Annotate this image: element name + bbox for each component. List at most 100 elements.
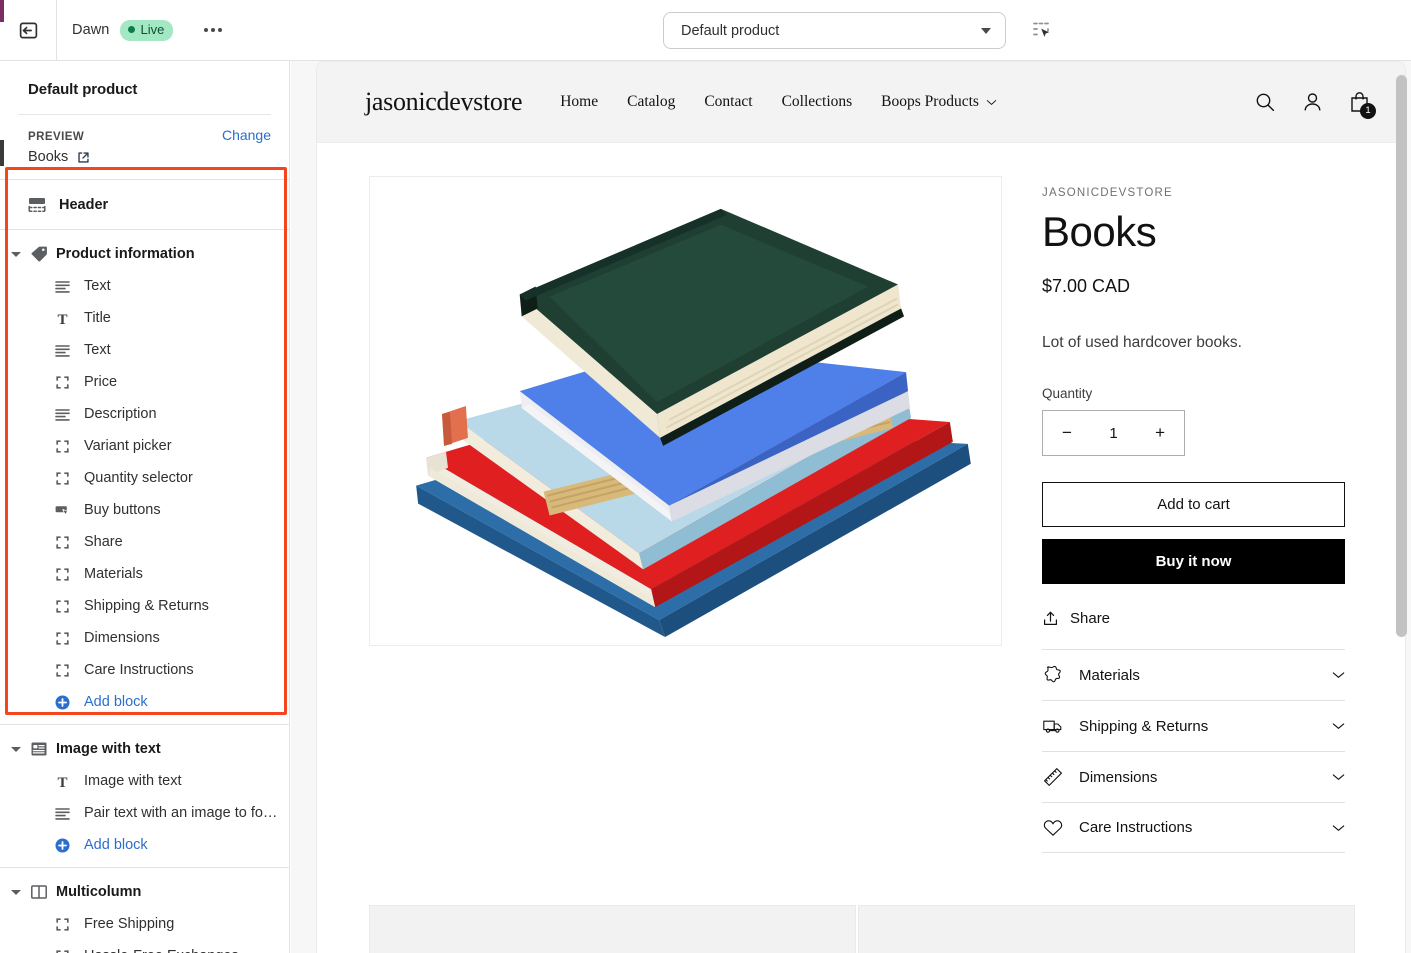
nav-item-catalog[interactable]: Catalog <box>627 93 675 111</box>
accordion-row-dimensions[interactable]: Dimensions <box>1042 751 1345 802</box>
sidebar-block-label: Free Shipping <box>84 916 175 932</box>
sidebar-item-product-information[interactable]: Product information <box>0 238 289 270</box>
search-icon[interactable] <box>1253 90 1278 115</box>
storefront-header-icons: 1 <box>1253 90 1376 119</box>
caret-down-icon[interactable] <box>11 251 21 257</box>
quantity-decrement-button[interactable]: − <box>1062 423 1072 443</box>
product-selector[interactable]: Default product <box>663 12 1006 49</box>
product-selector-value: Default product <box>681 22 780 39</box>
status-badge: Live <box>120 19 174 41</box>
account-person-icon[interactable] <box>1300 90 1325 115</box>
share-button[interactable]: Share <box>1042 610 1347 627</box>
sidebar-block-free-shipping[interactable]: Free Shipping <box>0 908 289 940</box>
sidebar-section-product-information: Product information Text T Title Text Pr… <box>0 230 289 724</box>
sidebar-block-title[interactable]: T Title <box>0 302 289 334</box>
preview-scrollbar-thumb[interactable] <box>1396 75 1407 637</box>
status-dot-icon <box>128 26 136 33</box>
sidebar-item-header[interactable]: Header <box>0 189 289 221</box>
caret-down-icon[interactable] <box>11 746 21 752</box>
shopping-bag-icon[interactable]: 1 <box>1347 90 1376 119</box>
nav-item-home[interactable]: Home <box>560 93 598 111</box>
storefront-frame: jasonicdevstore Home Catalog Contact Col… <box>316 61 1406 953</box>
caret-down-icon[interactable] <box>11 889 21 895</box>
editor-sidebar: Default product PREVIEW Change Books Hea… <box>0 61 290 953</box>
sidebar-block-image-with-text[interactable]: T Image with text <box>0 765 289 797</box>
external-link-icon[interactable] <box>77 151 90 164</box>
sidebar-block-shipping-returns[interactable]: Shipping & Returns <box>0 590 289 622</box>
plus-circle-icon <box>55 695 70 709</box>
block-brackets-icon <box>56 535 69 549</box>
sidebar-section-header: Header <box>0 180 289 229</box>
nav-item-boops-products[interactable]: Boops Products <box>881 93 997 111</box>
status-badge-label: Live <box>140 21 165 37</box>
sidebar-block-share[interactable]: Share <box>0 526 289 558</box>
nav-item-contact[interactable]: Contact <box>704 93 752 111</box>
sidebar-block-materials[interactable]: Materials <box>0 558 289 590</box>
sidebar-block-pair-text[interactable]: Pair text with an image to fo… <box>0 797 289 829</box>
accordion-row-materials[interactable]: Materials <box>1042 649 1345 700</box>
sidebar-block-quantity-selector[interactable]: Quantity selector <box>0 462 289 494</box>
sidebar-block-label: Buy buttons <box>84 502 161 518</box>
window-edge-sliver-purple <box>0 0 4 22</box>
change-preview-button[interactable]: Change <box>222 127 271 143</box>
sidebar-block-dimensions[interactable]: Dimensions <box>0 622 289 654</box>
sidebar-block-buy-buttons[interactable]: Buy buttons <box>0 494 289 526</box>
sidebar-item-label: Header <box>59 197 109 213</box>
block-brackets-icon <box>56 567 69 581</box>
inspector-toggle-button[interactable] <box>1028 17 1056 45</box>
sidebar-section-multicolumn: Multicolumn Free Shipping Hassle-Free Ex… <box>0 868 289 953</box>
sidebar-block-label: Care Instructions <box>84 662 194 678</box>
sidebar-block-text[interactable]: Text <box>0 270 289 302</box>
ellipsis-icon <box>218 28 223 32</box>
accordion-label: Dimensions <box>1079 768 1158 786</box>
text-lines-icon <box>55 807 70 820</box>
page-title: Default product <box>28 81 138 98</box>
sidebar-item-image-with-text[interactable]: Image with text <box>0 733 289 765</box>
sidebar-block-text-2[interactable]: Text <box>0 334 289 366</box>
window-edge-sliver-dark <box>0 140 4 166</box>
sidebar-item-multicolumn[interactable]: Multicolumn <box>0 876 289 908</box>
preview-scrollbar[interactable] <box>1396 75 1407 935</box>
sidebar-block-variant-picker[interactable]: Variant picker <box>0 430 289 462</box>
block-brackets-icon <box>56 663 69 677</box>
block-brackets-icon <box>56 631 69 645</box>
share-label: Share <box>1070 610 1111 628</box>
sidebar-block-label: Text <box>84 278 111 294</box>
sidebar-block-hassle-free-exchanges[interactable]: Hassle-Free Exchanges <box>0 940 289 953</box>
text-lines-icon <box>55 280 70 293</box>
exit-editor-button[interactable] <box>0 0 57 60</box>
sidebar-block-description[interactable]: Description <box>0 398 289 430</box>
quantity-stepper[interactable]: − 1 + <box>1042 410 1185 457</box>
product-image[interactable] <box>369 176 1002 646</box>
leather-hide-icon <box>1044 666 1061 683</box>
preview-product-name: Books <box>28 149 69 165</box>
chevron-down-icon <box>1332 824 1345 831</box>
add-block-label: Add block <box>84 837 148 853</box>
editor-topbar: Dawn Live Default product <box>0 0 1411 61</box>
nav-item-label: Boops Products <box>881 93 979 110</box>
sidebar-block-label: Hassle-Free Exchanges <box>84 948 239 953</box>
sidebar-block-label: Share <box>84 534 123 550</box>
product-section: JASONICDEVSTORE Books $7.00 CAD Lot of u… <box>317 143 1405 854</box>
title-t-icon: T <box>57 312 67 327</box>
theme-info: Dawn Live <box>57 19 230 41</box>
add-block-button-image-with-text[interactable]: Add block <box>0 829 289 861</box>
exit-arrow-icon <box>19 22 37 38</box>
nav-item-collections[interactable]: Collections <box>782 93 853 111</box>
more-actions-button[interactable] <box>196 21 230 39</box>
store-logo[interactable]: jasonicdevstore <box>365 87 523 117</box>
sidebar-block-label: Pair text with an image to fo… <box>84 805 278 821</box>
accordion-row-care-instructions[interactable]: Care Instructions <box>1042 802 1345 854</box>
theme-name: Dawn <box>72 22 110 38</box>
product-accordion: Materials Shipping & Returns Dimensions … <box>1042 649 1345 854</box>
buy-it-now-button[interactable]: Buy it now <box>1042 539 1345 585</box>
product-price: $7.00 CAD <box>1042 276 1131 297</box>
product-details: JASONICDEVSTORE Books $7.00 CAD Lot of u… <box>1042 176 1347 854</box>
sidebar-block-price[interactable]: Price <box>0 366 289 398</box>
accordion-row-shipping-returns[interactable]: Shipping & Returns <box>1042 700 1345 751</box>
quantity-increment-button[interactable]: + <box>1155 423 1165 443</box>
sidebar-block-care-instructions[interactable]: Care Instructions <box>0 654 289 686</box>
add-to-cart-button[interactable]: Add to cart <box>1042 482 1345 528</box>
add-block-button-product-information[interactable]: Add block <box>0 686 289 718</box>
quantity-value[interactable]: 1 <box>1109 425 1117 442</box>
